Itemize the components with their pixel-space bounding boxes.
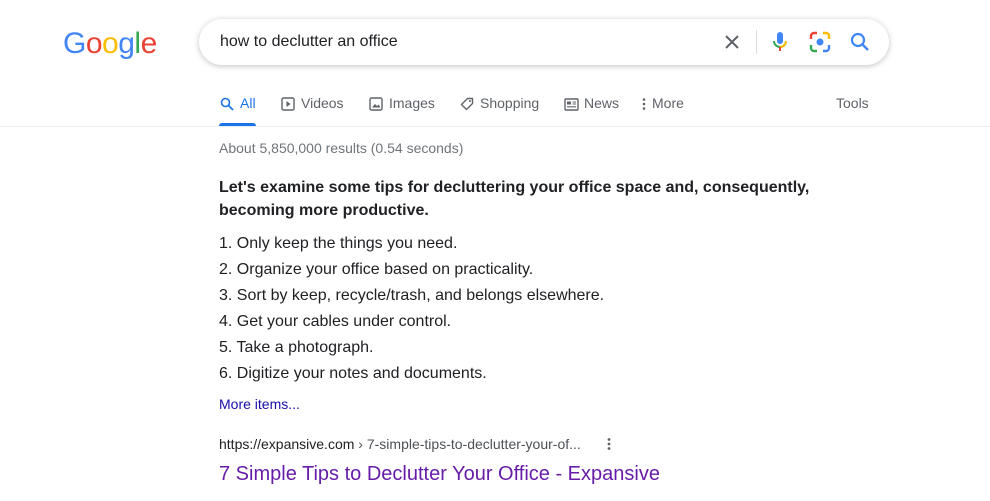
search-icon <box>219 96 235 112</box>
google-logo[interactable]: Google <box>63 27 157 61</box>
tab-shopping[interactable]: Shopping <box>459 90 539 126</box>
list-item: 3. Sort by keep, recycle/trash, and belo… <box>219 287 605 304</box>
result-stats: About 5,850,000 results (0.54 seconds) <box>219 140 464 156</box>
logo-letter: o <box>85 27 103 60</box>
tab-all[interactable]: All <box>219 90 256 126</box>
list-item: 6. Digitize your notes and documents. <box>219 365 487 382</box>
logo-letter: o <box>102 27 119 60</box>
result-site: https://expansive.com <box>219 436 355 452</box>
more-items-link[interactable]: More items... <box>219 396 300 412</box>
header-divider <box>0 126 990 127</box>
tab-more[interactable]: More <box>640 90 684 126</box>
search-icon[interactable] <box>848 30 872 54</box>
tab-label: All <box>240 95 256 111</box>
tab-videos[interactable]: Videos <box>280 90 344 126</box>
tab-news[interactable]: News <box>563 90 619 126</box>
search-divider <box>756 30 757 54</box>
result-title-link[interactable]: 7 Simple Tips to Declutter Your Office -… <box>219 461 660 487</box>
result-url[interactable]: https://expansive.com › 7-simple-tips-to… <box>219 436 581 452</box>
list-item: 1. Only keep the things you need. <box>219 235 458 252</box>
mic-icon[interactable] <box>768 30 792 54</box>
tag-icon <box>459 96 475 112</box>
search-input[interactable]: how to declutter an office <box>220 32 398 52</box>
tab-label: News <box>584 95 620 111</box>
featured-snippet-title: Let's examine some tips for decluttering… <box>219 179 810 219</box>
news-icon <box>563 96 579 112</box>
lens-icon[interactable] <box>808 30 832 54</box>
list-item: 5. Take a photograph. <box>219 339 374 356</box>
close-icon[interactable] <box>720 30 744 54</box>
more-vert-icon[interactable] <box>600 434 618 454</box>
search-box[interactable]: how to declutter an office <box>199 19 889 65</box>
featured-snippet-list: 1. Only keep the things you need. 2. Org… <box>219 231 604 387</box>
list-item: 2. Organize your office based on practic… <box>219 261 534 278</box>
tab-label: Videos <box>301 95 344 111</box>
logo-letter: G <box>63 27 86 60</box>
more-vert-icon <box>640 96 648 112</box>
result-path: › 7-simple-tips-to-declutter-your-of... <box>354 436 581 452</box>
list-item: 4. Get your cables under control. <box>219 313 452 330</box>
video-icon <box>280 96 296 112</box>
tools-button[interactable]: Tools <box>836 95 869 111</box>
tab-label: Images <box>389 95 435 111</box>
tab-images[interactable]: Images <box>368 90 435 126</box>
image-icon <box>368 96 384 112</box>
tab-label: Shopping <box>480 95 540 111</box>
tab-label: More <box>652 95 684 111</box>
logo-letter: g <box>118 27 135 60</box>
logo-letter: e <box>140 27 158 60</box>
